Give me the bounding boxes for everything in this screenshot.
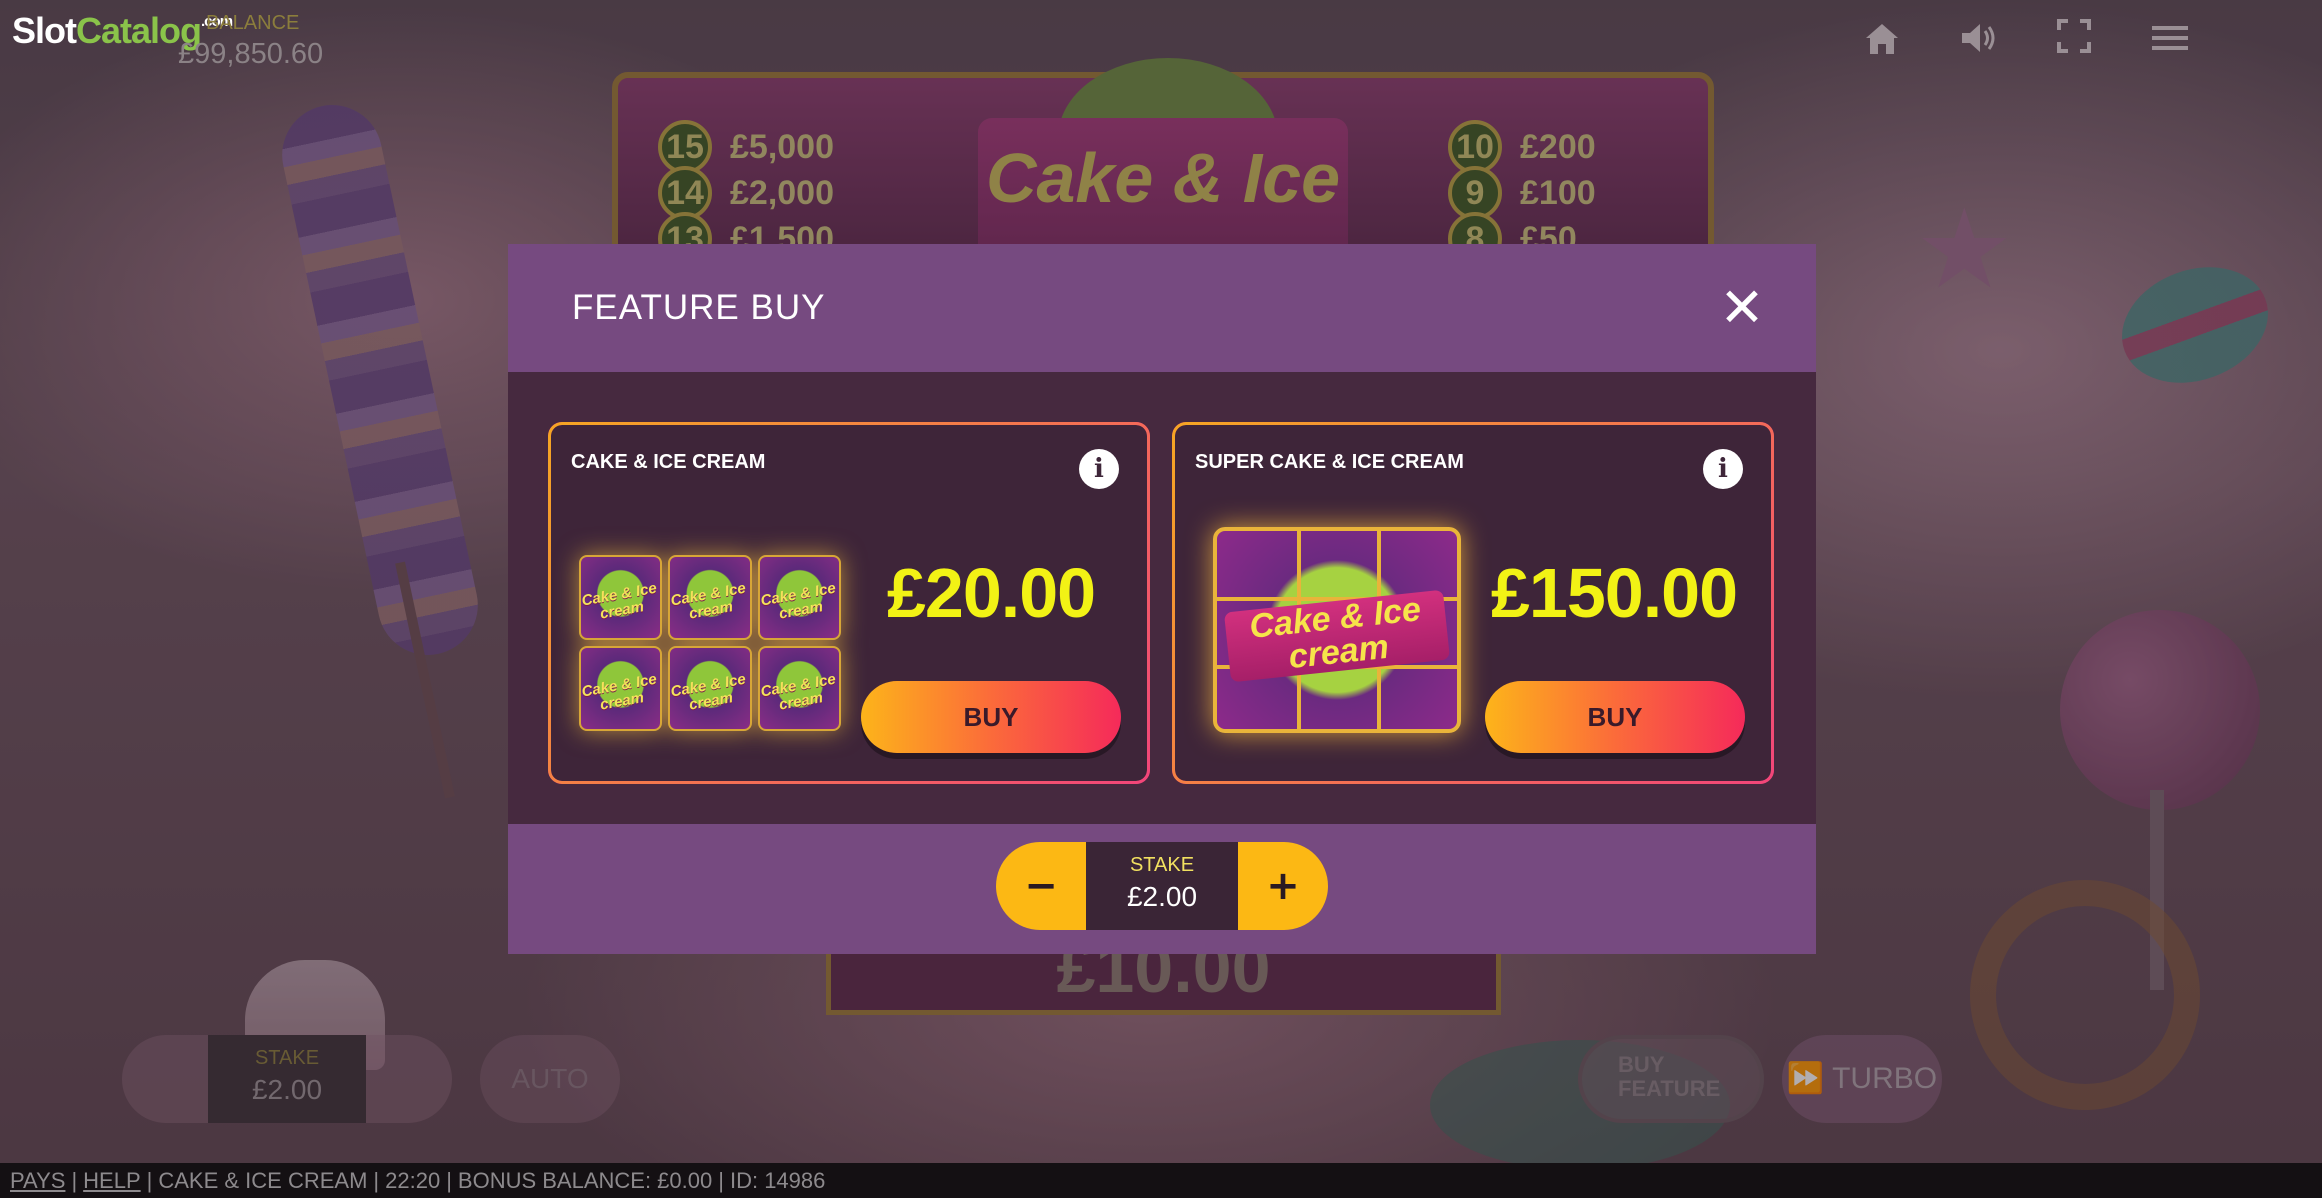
- buy-button[interactable]: BUY: [1485, 681, 1745, 753]
- stake-display: STAKE £2.00: [1086, 842, 1238, 930]
- pays-link[interactable]: PAYS: [10, 1168, 65, 1193]
- feature-option-title: CAKE & ICE CREAM: [571, 451, 766, 473]
- super-feature-artwork: Cake & Ice cream: [1213, 527, 1461, 733]
- status-bar: PAYS | HELP | CAKE & ICE CREAM | 22:20 | BONUS B…: [0, 1163, 2322, 1198]
- symbol-tile: Cake & Ice cream: [579, 555, 663, 640]
- home-icon[interactable]: [1860, 18, 1904, 62]
- buy-button[interactable]: BUY: [861, 681, 1121, 753]
- feature-option-title: SUPER CAKE & ICE CREAM: [1195, 451, 1464, 473]
- stake-decrease-button[interactable]: −: [996, 842, 1086, 930]
- menu-icon[interactable]: [2148, 18, 2192, 62]
- brand-name-a: Slot: [12, 10, 77, 51]
- bonus-balance: BONUS BALANCE: £0.00: [457, 1168, 713, 1193]
- feature-option-card: CAKE & ICE CREAM i Cake & Ice cream Cake…: [548, 422, 1150, 784]
- symbol-tile: Cake & Ice cream: [757, 555, 841, 640]
- super-feature-option-card: SUPER CAKE & ICE CREAM i Cake & Ice crea…: [1172, 422, 1774, 784]
- symbol-label: Cake & Ice cream: [580, 579, 659, 623]
- dialog-header: FEATURE BUY ✕: [508, 244, 1816, 372]
- close-icon[interactable]: ✕: [1714, 280, 1770, 336]
- symbol-tile: Cake & Ice cream: [668, 646, 752, 731]
- dialog-body: CAKE & ICE CREAM i Cake & Ice cream Cake…: [508, 372, 1816, 824]
- symbol-label: Cake & Ice cream: [580, 670, 659, 714]
- balance-value: £99,850.60: [178, 38, 324, 70]
- symbol-tile: Cake & Ice cream: [757, 646, 841, 731]
- feature-price: £20.00: [887, 554, 1096, 632]
- stake-value: £2.00: [1126, 881, 1198, 912]
- sound-icon[interactable]: [1956, 18, 2000, 62]
- session-id: ID: 14986: [729, 1168, 826, 1193]
- feature-artwork: Cake & Ice cream Cake & Ice cream Cake &…: [573, 549, 847, 737]
- dialog-footer: − STAKE £2.00 +: [508, 824, 1816, 954]
- stake-label: STAKE: [1129, 854, 1195, 876]
- info-icon[interactable]: i: [1079, 449, 1119, 489]
- symbol-tile: Cake & Ice cream: [668, 555, 752, 640]
- feature-buy-dialog: FEATURE BUY ✕ CAKE & ICE CREAM i Cake & …: [508, 244, 1816, 954]
- info-icon[interactable]: i: [1703, 449, 1743, 489]
- fullscreen-icon[interactable]: [2052, 18, 2096, 62]
- game-name: CAKE & ICE CREAM: [158, 1168, 368, 1193]
- symbol-label: Cake & Ice cream: [758, 579, 837, 623]
- balance-label: BALANCE: [206, 12, 300, 34]
- symbol-label: Cake & Ice cream: [758, 670, 837, 714]
- feature-price: £150.00: [1491, 554, 1738, 632]
- stake-control: − STAKE £2.00 +: [996, 842, 1328, 930]
- dialog-title: FEATURE BUY: [572, 288, 826, 327]
- symbol-label: Cake & Ice cream: [669, 670, 748, 714]
- symbol-label: Cake & Ice cream: [669, 579, 748, 623]
- help-link[interactable]: HELP: [83, 1168, 140, 1193]
- clock: 22:20: [385, 1168, 441, 1193]
- stake-increase-button[interactable]: +: [1238, 842, 1328, 930]
- symbol-tile: Cake & Ice cream: [579, 646, 663, 731]
